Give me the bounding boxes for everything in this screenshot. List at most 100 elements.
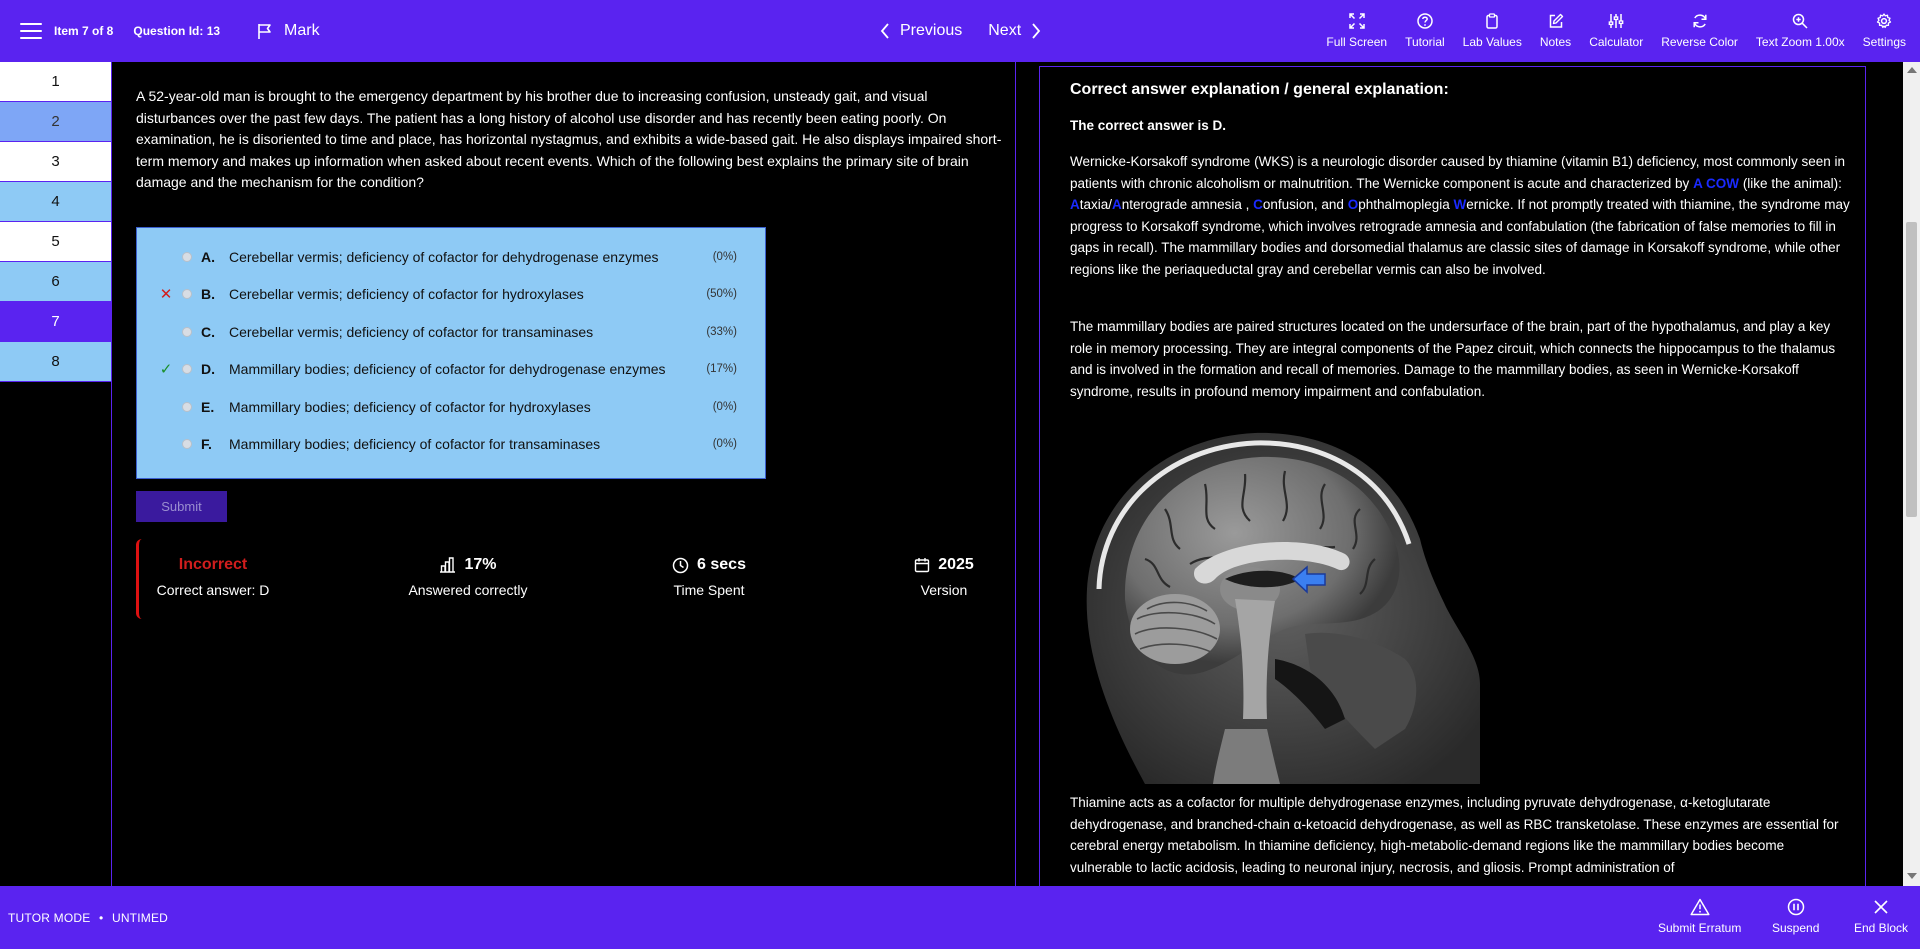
close-icon: [1874, 900, 1888, 914]
submit-button[interactable]: Submit: [136, 491, 227, 522]
previous-label: Previous: [900, 22, 963, 39]
radio-icon[interactable]: [182, 251, 192, 262]
radio-icon[interactable]: [182, 401, 192, 412]
time-value: 6 secs: [697, 556, 746, 573]
choice-letter: E.: [201, 398, 215, 415]
choice-percent: (0%): [712, 400, 737, 413]
correct-answer-text: Correct answer: D: [156, 582, 270, 598]
percent-label: Answered correctly: [408, 582, 528, 598]
lab-values-label: Lab Values: [1462, 35, 1522, 49]
warning-icon: [1690, 898, 1710, 916]
question-id: Question Id: 13: [133, 24, 221, 38]
previous-button[interactable]: Previous: [880, 22, 962, 40]
suspend-button[interactable]: Suspend: [1772, 898, 1819, 935]
mnemonic-letter: A: [1112, 197, 1122, 212]
next-button[interactable]: Next: [988, 22, 1041, 40]
mnemonic-letter: O: [1347, 197, 1359, 212]
question-nav-item-8[interactable]: 8: [0, 342, 111, 382]
submit-erratum-button[interactable]: Submit Erratum: [1658, 898, 1741, 935]
question-pane: A 52-year-old man is brought to the emer…: [112, 62, 1016, 886]
reverse-color-button[interactable]: Reverse Color: [1661, 13, 1738, 49]
settings-label: Settings: [1862, 35, 1906, 49]
choice-b[interactable]: ✕ B. Cerebellar vermis; deficiency of co…: [137, 276, 765, 314]
choice-letter: F.: [201, 436, 212, 453]
scroll-down-icon[interactable]: [1907, 873, 1917, 879]
choice-a[interactable]: A. Cerebellar vermis; deficiency of cofa…: [137, 238, 765, 276]
end-block-button[interactable]: End Block: [1854, 898, 1908, 935]
top-bar: Item 7 of 8 Question Id: 13 Mark Previou…: [0, 0, 1920, 62]
question-nav-item-6[interactable]: 6: [0, 262, 111, 302]
clipboard-icon: [1486, 13, 1498, 29]
choice-letter: B.: [201, 286, 215, 303]
choice-percent: (0%): [712, 250, 737, 263]
tutorial-button[interactable]: Tutorial: [1405, 13, 1445, 49]
question-stem: A 52-year-old man is brought to the emer…: [136, 88, 1002, 190]
percent-value: 17%: [464, 556, 497, 573]
question-nav-item-3[interactable]: 3: [0, 142, 111, 182]
bar-chart-icon: [440, 557, 456, 573]
edit-icon: [1549, 13, 1563, 28]
choice-text: Cerebellar vermis; deficiency of cofacto…: [229, 248, 659, 265]
question-nav-item-7[interactable]: 7: [0, 302, 111, 342]
radio-icon[interactable]: [182, 364, 192, 375]
question-nav-item-4[interactable]: 4: [0, 182, 111, 222]
choice-e[interactable]: E. Mammillary bodies; deficiency of cofa…: [137, 388, 765, 426]
menu-icon[interactable]: [20, 23, 42, 39]
question-nav-item-1[interactable]: 1: [0, 62, 111, 102]
settings-button[interactable]: Settings: [1863, 13, 1906, 49]
help-icon: [1417, 13, 1433, 29]
scrollbar-thumb[interactable]: [1906, 222, 1917, 517]
mode-indicator: TUTOR MODE • UNTIMED: [8, 911, 168, 925]
suspend-label: Suspend: [1772, 921, 1820, 935]
tutor-mode-label: TUTOR MODE: [8, 911, 91, 925]
result-status: Incorrect Correct answer: D: [153, 555, 273, 598]
question-nav-item-5[interactable]: 5: [0, 222, 111, 262]
zoom-icon: [1793, 13, 1808, 29]
radio-icon[interactable]: [182, 326, 192, 337]
choice-text: Mammillary bodies; deficiency of cofacto…: [229, 361, 666, 378]
choice-d[interactable]: ✓ D. Mammillary bodies; deficiency of co…: [137, 351, 765, 389]
chevron-right-icon: [1032, 23, 1041, 39]
gear-icon: [1877, 13, 1892, 29]
time-label: Time Spent: [673, 582, 745, 598]
choice-text: Mammillary bodies; deficiency of cofacto…: [229, 398, 591, 415]
choice-percent: (0%): [712, 438, 737, 451]
explanation-paragraph-3: Thiamine acts as a cofactor for multiple…: [1070, 795, 1839, 875]
mark-button[interactable]: Mark: [256, 22, 320, 40]
calculator-button[interactable]: Calculator: [1589, 13, 1643, 49]
text-zoom-button[interactable]: Text Zoom 1.00x: [1756, 13, 1845, 49]
submit-erratum-label: Submit Erratum: [1658, 921, 1742, 935]
choice-percent: (33%): [706, 325, 737, 338]
mnemonic-letter: C: [1253, 197, 1263, 212]
mri-sagittal-brain-image: [1075, 429, 1480, 784]
result-summary: Incorrect Correct answer: D 17% Answered…: [136, 539, 986, 619]
choice-c[interactable]: C. Cerebellar vermis; deficiency of cofa…: [137, 313, 765, 351]
explanation-paragraph-1: Wernicke-Korsakoff syndrome (WKS) is a n…: [1070, 151, 1850, 280]
text-zoom-label: Text Zoom 1.00x: [1755, 35, 1845, 49]
incorrect-label: Incorrect: [178, 556, 248, 573]
chevron-left-icon: [880, 23, 889, 39]
calendar-icon: [915, 558, 930, 573]
explanation-title: Correct answer explanation / general exp…: [1070, 81, 1449, 98]
lab-values-button[interactable]: Lab Values: [1463, 13, 1522, 49]
radio-icon[interactable]: [182, 289, 192, 300]
radio-icon[interactable]: [182, 439, 192, 450]
scroll-up-icon[interactable]: [1907, 67, 1917, 73]
reverse-color-label: Reverse Color: [1661, 35, 1738, 49]
refresh-icon: [1693, 14, 1707, 28]
choice-f[interactable]: F. Mammillary bodies; deficiency of cofa…: [137, 426, 765, 464]
mnemonic-letter: W: [1453, 197, 1467, 212]
question-nav-item-2[interactable]: 2: [0, 102, 111, 142]
text-span: phthalmoplegia: [1358, 197, 1454, 212]
pause-icon: [1787, 898, 1804, 916]
mark-label: Mark: [284, 22, 320, 39]
full-screen-button[interactable]: Full Screen: [1326, 13, 1387, 49]
choice-letter: A.: [201, 248, 215, 265]
tutorial-label: Tutorial: [1405, 35, 1445, 49]
choice-letter: D.: [201, 361, 215, 378]
sliders-icon: [1608, 14, 1624, 28]
correct-answer-statement: The correct answer is D.: [1070, 118, 1227, 133]
notes-button[interactable]: Notes: [1540, 13, 1571, 49]
timing-label: UNTIMED: [111, 911, 169, 925]
bottom-bar: TUTOR MODE • UNTIMED Submit Erratum Susp…: [0, 886, 1920, 949]
